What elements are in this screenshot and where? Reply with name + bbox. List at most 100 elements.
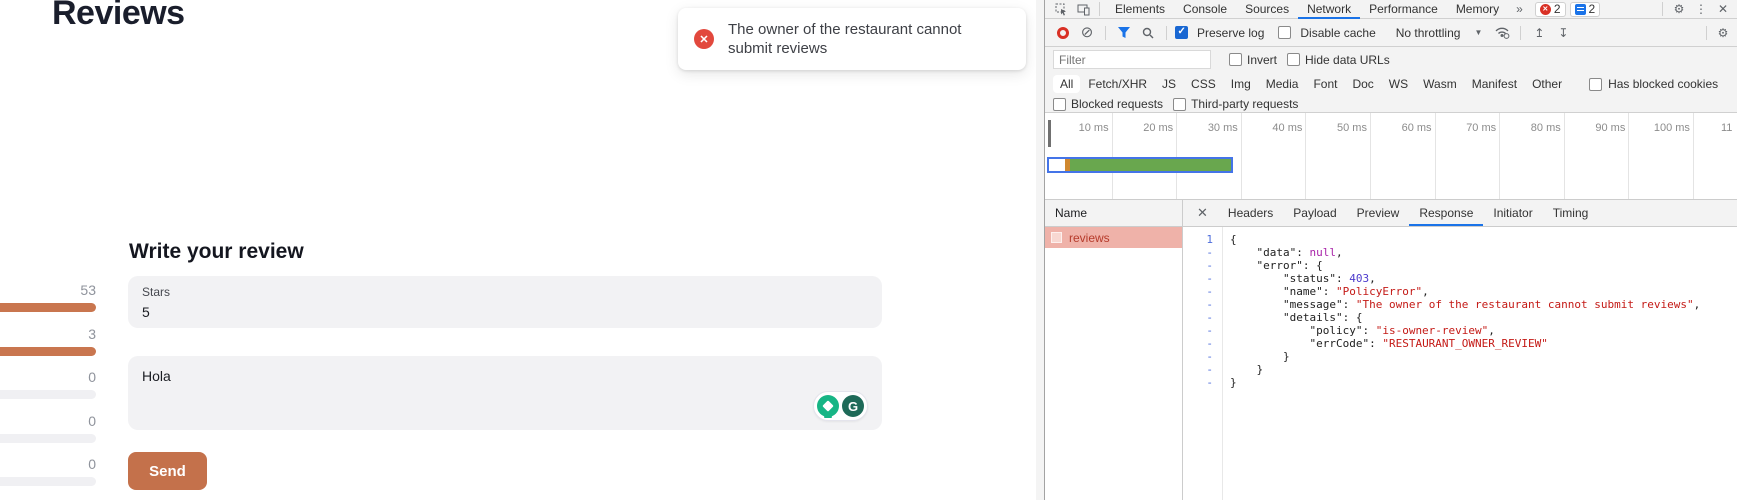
divider	[1520, 26, 1521, 40]
response-code[interactable]: { "data": null, "error": { "status": 403…	[1223, 227, 1737, 500]
type-filter-pill[interactable]: Manifest	[1465, 75, 1524, 93]
kebab-menu-icon[interactable]: ⋮	[1691, 1, 1711, 17]
type-filter-pill[interactable]: Img	[1224, 75, 1258, 93]
type-filter-pill[interactable]: WS	[1382, 75, 1415, 93]
type-filter-pill[interactable]: JS	[1155, 75, 1183, 93]
hide-data-urls-label: Hide data URLs	[1305, 53, 1390, 67]
timeline-tick-label: 20 ms	[1113, 113, 1178, 199]
rating-row: 3	[0, 327, 96, 371]
timeline-tick-label: 11	[1694, 113, 1737, 199]
has-blocked-cookies-checkbox[interactable]	[1589, 78, 1602, 91]
disable-cache-label: Disable cache	[1300, 26, 1375, 40]
more-tabs-icon[interactable]: »	[1510, 2, 1529, 16]
timeline-tick-label: 30 ms	[1177, 113, 1242, 199]
detail-tab[interactable]: Initiator	[1483, 200, 1542, 226]
devtools-tab[interactable]: Console	[1174, 0, 1236, 19]
devtools-tab[interactable]: Elements	[1106, 0, 1174, 19]
divider	[1662, 2, 1663, 16]
devtools-panel: ElementsConsoleSourcesNetworkPerformance…	[1044, 0, 1737, 500]
timeline-tick-label: 40 ms	[1242, 113, 1307, 199]
type-filter-pill[interactable]: Doc	[1345, 75, 1380, 93]
hide-data-urls-checkbox[interactable]	[1287, 53, 1300, 66]
export-har-icon[interactable]: ↧	[1553, 25, 1573, 41]
stars-input[interactable]: Stars 5	[128, 276, 882, 328]
throttling-dropdown[interactable]: No throttling ▼	[1396, 26, 1483, 40]
network-conditions-icon[interactable]	[1492, 25, 1512, 41]
type-filter-pill[interactable]: Media	[1259, 75, 1306, 93]
timeline-tick-label: 10 ms	[1048, 113, 1113, 199]
record-icon[interactable]	[1053, 25, 1073, 41]
timeline-tick-label: 100 ms	[1629, 113, 1694, 199]
devtools-tab[interactable]: Performance	[1360, 0, 1447, 19]
type-filter-pill[interactable]: Fetch/XHR	[1081, 75, 1154, 93]
disable-cache-checkbox[interactable]	[1278, 26, 1291, 39]
import-har-icon[interactable]: ↥	[1529, 25, 1549, 41]
grammarly-widget[interactable]: G	[813, 391, 868, 421]
page-scrollbar[interactable]	[1036, 0, 1044, 500]
divider	[1105, 26, 1106, 40]
type-filter-pill[interactable]: Other	[1525, 75, 1569, 93]
rating-bar	[0, 434, 96, 443]
suggestion-bulb-icon[interactable]	[817, 395, 839, 417]
detail-tab[interactable]: Headers	[1218, 200, 1283, 226]
devtools-tab[interactable]: Memory	[1447, 0, 1508, 19]
detail-tab[interactable]: Preview	[1347, 200, 1410, 226]
type-filter-pill[interactable]: Font	[1306, 75, 1344, 93]
detail-tab[interactable]: Payload	[1283, 200, 1346, 226]
type-filter-pill[interactable]: All	[1053, 75, 1080, 93]
timeline-tick-label: 90 ms	[1565, 113, 1630, 199]
preserve-log-checkbox[interactable]	[1175, 26, 1188, 39]
rating-row: 0	[0, 457, 96, 500]
close-detail-icon[interactable]: ✕	[1183, 205, 1218, 221]
network-settings-gear-icon[interactable]: ⚙	[1713, 25, 1733, 41]
type-filter-pill[interactable]: CSS	[1184, 75, 1223, 93]
timeline-tick-label: 60 ms	[1371, 113, 1436, 199]
clear-icon[interactable]: ⊘	[1077, 25, 1097, 41]
network-timeline[interactable]: 10 ms20 ms30 ms40 ms50 ms60 ms70 ms80 ms…	[1045, 113, 1737, 200]
devtools-tab[interactable]: Sources	[1236, 0, 1298, 19]
name-column-header[interactable]: Name	[1045, 200, 1182, 227]
send-button[interactable]: Send	[128, 452, 207, 490]
error-badge[interactable]: ✕ 2	[1535, 2, 1566, 17]
third-party-requests-checkbox[interactable]	[1173, 98, 1186, 111]
close-devtools-icon[interactable]: ✕	[1713, 1, 1733, 17]
invert-checkbox[interactable]	[1229, 53, 1242, 66]
response-gutter[interactable]: 1-----------	[1183, 227, 1223, 500]
invert-label: Invert	[1247, 53, 1277, 67]
rating-bar	[0, 303, 96, 312]
timeline-start-tick	[1048, 120, 1051, 147]
throttling-value: No throttling	[1396, 26, 1461, 40]
network-toolbar: ⊘ Preserve log Disable cache No throttli…	[1045, 19, 1737, 47]
issues-badge[interactable]: 2	[1570, 2, 1601, 17]
device-toolbar-icon[interactable]	[1073, 1, 1093, 17]
detail-tab[interactable]: Response	[1409, 200, 1483, 226]
error-badge-icon: ✕	[1540, 4, 1551, 15]
devtools-tab[interactable]: Network	[1298, 0, 1360, 19]
has-blocked-cookies-label: Has blocked cookies	[1608, 77, 1718, 91]
blocked-requests-checkbox[interactable]	[1053, 98, 1066, 111]
divider	[1099, 2, 1100, 16]
search-icon[interactable]	[1138, 25, 1158, 41]
filter-funnel-icon[interactable]	[1114, 25, 1134, 41]
request-name: reviews	[1069, 231, 1110, 245]
rating-count: 0	[0, 414, 96, 429]
review-text: Hola	[142, 368, 868, 384]
divider	[1166, 26, 1167, 40]
detail-tab[interactable]: Timing	[1543, 200, 1599, 226]
rating-row: 0	[0, 414, 96, 458]
filter-input[interactable]	[1053, 50, 1211, 69]
review-textarea[interactable]: Hola G	[128, 356, 882, 430]
type-filter-pill[interactable]: Wasm	[1416, 75, 1464, 93]
settings-gear-icon[interactable]: ⚙	[1669, 1, 1689, 17]
request-row[interactable]: reviews	[1045, 227, 1182, 248]
inspect-cursor-icon[interactable]	[1051, 1, 1071, 17]
rating-row: 53	[0, 283, 96, 327]
request-type-icon	[1051, 232, 1062, 243]
detail-tabbar: ✕ HeadersPayloadPreviewResponseInitiator…	[1183, 200, 1737, 227]
timeline-overview-bar[interactable]	[1047, 157, 1233, 173]
error-badge-count: 2	[1554, 2, 1561, 16]
rating-bar	[0, 347, 96, 356]
grammarly-icon[interactable]: G	[842, 395, 864, 417]
error-circle-icon: ✕	[694, 29, 714, 49]
timeline-tick-label: 70 ms	[1436, 113, 1501, 199]
